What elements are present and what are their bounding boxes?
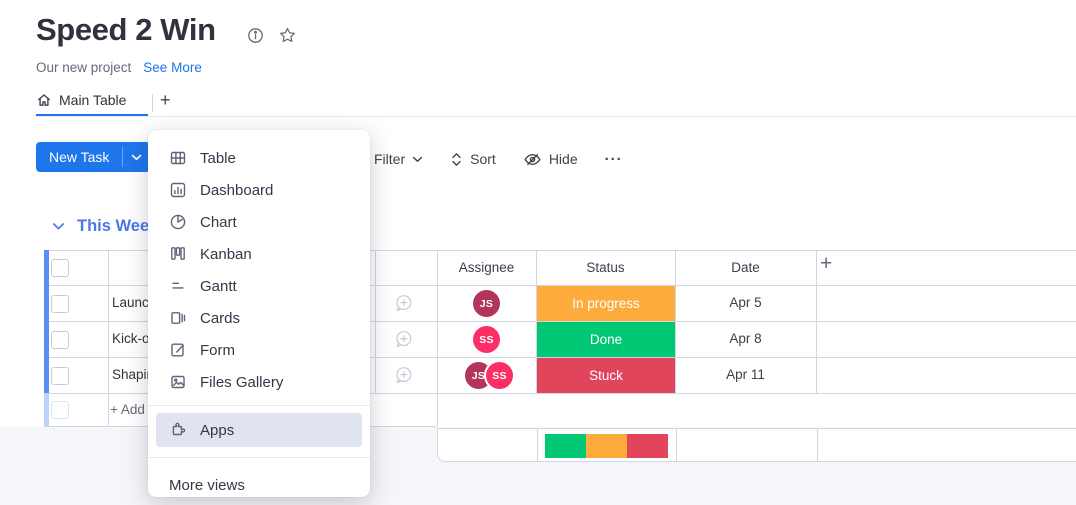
row-checkbox[interactable] [51,367,69,385]
row-checkbox[interactable] [51,295,69,313]
files-gallery-icon [169,373,187,391]
group-color-strip-light [44,393,49,426]
star-icon[interactable] [278,26,297,45]
board-subtitle: Our new project [36,60,131,75]
menu-item-files-gallery[interactable]: Files Gallery [148,366,370,398]
menu-item-label: Files Gallery [200,374,283,391]
chart-icon [169,213,187,231]
hide-label: Hide [549,151,578,167]
tabbar-divider-line [36,116,1076,117]
table-border [816,250,817,393]
menu-item-more-views[interactable]: More views [148,465,370,497]
gantt-icon [169,277,187,295]
status-bar-segment-stuck [627,434,668,458]
column-header-assignee[interactable]: Assignee [437,258,536,278]
menu-divider [148,457,370,458]
eye-off-icon [523,150,542,169]
sort-label: Sort [470,151,496,167]
menu-item-label: Chart [200,214,237,231]
menu-item-cards[interactable]: Cards [148,302,370,334]
see-more-link[interactable]: See More [143,60,202,75]
add-view-dropdown-menu: Table Dashboard Chart Kanban Gantt [148,130,370,497]
add-view-tab-button[interactable]: + [160,90,171,111]
cards-icon [169,309,187,327]
tab-main-table-label: Main Table [59,92,126,108]
date-cell[interactable]: Apr 8 [675,321,816,357]
apps-icon [169,421,187,439]
menu-item-dashboard[interactable]: Dashboard [148,174,370,206]
menu-item-form[interactable]: Form [148,334,370,366]
hide-button[interactable]: Hide [523,150,578,169]
menu-item-gantt[interactable]: Gantt [148,270,370,302]
menu-item-label: Cards [200,310,240,327]
tab-separator [152,94,153,112]
avatar[interactable]: SS [473,326,500,353]
menu-item-label: Apps [200,422,234,439]
menu-item-table[interactable]: Table [148,142,370,174]
date-cell[interactable]: Apr 5 [675,285,816,321]
menu-item-label: Kanban [200,246,252,263]
add-update-icon[interactable] [393,329,414,350]
board-page: Speed 2 Win Our new project See More Mai… [0,0,1076,505]
add-update-icon[interactable] [393,365,414,386]
dashboard-icon [169,181,187,199]
status-bar-segment-in-progress [586,434,627,458]
board-title[interactable]: Speed 2 Win [36,12,216,48]
menu-item-chart[interactable]: Chart [148,206,370,238]
menu-item-kanban[interactable]: Kanban [148,238,370,270]
avatar[interactable]: SS [486,362,513,389]
menu-item-label: Dashboard [200,182,273,199]
status-cell[interactable]: Done [537,322,675,357]
info-icon[interactable] [247,27,264,44]
more-options-button[interactable]: ··· [605,151,623,168]
add-row-checkbox [51,401,69,419]
new-task-label: New Task [36,142,122,172]
task-name[interactable]: Launc [112,285,149,321]
add-task-row[interactable]: + Add t [110,393,152,426]
status-distribution-bar[interactable] [545,434,668,458]
menu-divider [148,405,370,406]
menu-item-apps[interactable]: Apps [156,413,362,447]
table-icon [169,149,187,167]
status-cell[interactable]: In progress [537,286,675,321]
status-cell[interactable]: Stuck [537,358,675,393]
add-column-button[interactable]: + [820,252,832,276]
group-title[interactable]: This Wee [77,217,149,236]
group-color-strip [44,250,49,393]
new-task-dropdown-button[interactable] [123,142,150,172]
status-bar-segment-done [545,434,586,458]
avatar[interactable]: JS [473,290,500,317]
row-checkbox[interactable] [51,331,69,349]
menu-item-label: Gantt [200,278,237,295]
column-summary-row [437,428,1076,462]
menu-item-label: Table [200,150,236,167]
sort-button[interactable]: Sort [450,151,496,168]
date-cell[interactable]: Apr 11 [675,357,816,393]
select-all-checkbox[interactable] [51,259,69,277]
task-name[interactable]: Kick-o [112,321,150,357]
column-header-date[interactable]: Date [675,258,816,278]
filter-label: Filter [374,151,405,167]
form-icon [169,341,187,359]
board-toolbar: Filter Sort Hide ··· [374,144,623,174]
add-update-icon[interactable] [393,293,414,314]
column-header-status[interactable]: Status [536,258,675,278]
filter-button[interactable]: Filter [374,151,423,167]
chevron-down-icon [412,156,423,163]
home-icon [36,92,52,108]
kanban-icon [169,245,187,263]
group-collapse-chevron-icon[interactable] [52,222,65,231]
table-border [108,250,109,426]
table-border [375,250,376,393]
new-task-button[interactable]: New Task [36,142,150,172]
menu-item-label: Form [200,342,235,359]
tab-main-table[interactable]: Main Table [36,92,126,108]
sort-icon [450,151,463,168]
